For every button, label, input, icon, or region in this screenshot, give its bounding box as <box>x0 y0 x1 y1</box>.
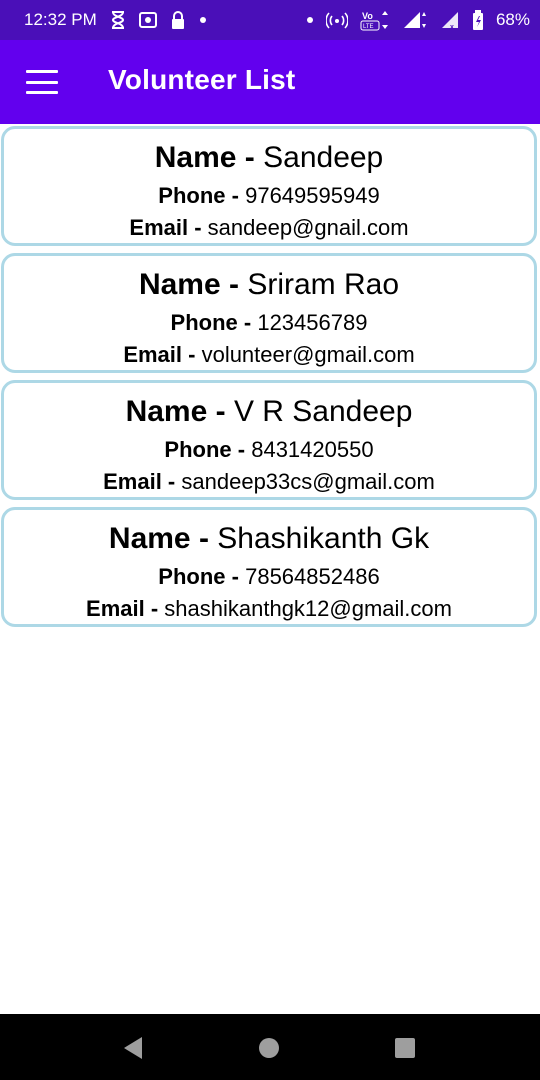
email-label: Email - <box>103 469 176 494</box>
volunteer-card[interactable]: Name - Sriram Rao Phone - 123456789 Emai… <box>1 253 537 373</box>
navigation-bar <box>0 1014 540 1080</box>
dot-icon <box>199 16 207 24</box>
phone-label: Phone - <box>164 437 246 462</box>
volunteer-email: shashikanthgk12@gmail.com <box>164 596 452 621</box>
screenshot-icon <box>138 12 157 28</box>
home-icon[interactable] <box>258 1037 280 1064</box>
svg-text:LTE: LTE <box>363 24 374 30</box>
hotspot-icon <box>325 11 348 29</box>
app-bar: Volunteer List <box>0 40 540 124</box>
email-label: Email - <box>86 596 159 621</box>
volunteer-name-line: Name - Sriram Rao <box>4 268 534 302</box>
volunteer-phone: 78564852486 <box>245 564 380 589</box>
svg-text:Vo: Vo <box>362 11 373 21</box>
volunteer-phone-line: Phone - 8431420550 <box>4 437 534 463</box>
volunteer-email-line: Email - volunteer@gmail.com <box>4 342 534 368</box>
email-label: Email - <box>129 215 202 240</box>
hourglass-icon <box>111 11 125 29</box>
volunteer-phone-line: Phone - 97649595949 <box>4 183 534 209</box>
volte-icon: Vo LTE <box>360 9 390 31</box>
volunteer-phone-line: Phone - 78564852486 <box>4 564 534 590</box>
signal-icon <box>402 10 428 30</box>
volunteer-name-line: Name - Sandeep <box>4 141 534 175</box>
menu-icon[interactable] <box>26 70 58 94</box>
status-right: Vo LTE x 68% <box>306 9 530 31</box>
volunteer-email-line: Email - sandeep@gnail.com <box>4 215 534 241</box>
name-label: Name - <box>108 522 209 555</box>
volunteer-name: Sandeep <box>263 141 384 174</box>
volunteer-phone: 97649595949 <box>245 183 380 208</box>
status-time: 12:32 PM <box>24 10 97 29</box>
recents-icon[interactable] <box>394 1037 416 1064</box>
volunteer-card[interactable]: Name - V R Sandeep Phone - 8431420550 Em… <box>1 380 537 500</box>
menu-line <box>26 80 58 84</box>
volunteer-phone: 123456789 <box>257 310 368 335</box>
menu-line <box>26 91 58 94</box>
name-label: Name - <box>154 141 255 174</box>
volunteer-phone-line: Phone - 123456789 <box>4 310 534 336</box>
email-label: Email - <box>123 342 196 367</box>
volunteer-email: sandeep@gnail.com <box>207 215 409 240</box>
battery-percent: 68% <box>495 10 530 29</box>
name-label: Name - <box>138 268 239 301</box>
volunteer-email-line: Email - shashikanthgk12@gmail.com <box>4 596 534 622</box>
menu-line <box>26 70 58 73</box>
status-left: 12:32 PM <box>24 10 207 30</box>
volunteer-email-line: Email - sandeep33cs@gmail.com <box>4 469 534 495</box>
volunteer-name: Sriram Rao <box>247 268 400 301</box>
status-bar: 12:32 PM Vo LTE x 68% <box>0 0 540 40</box>
phone-label: Phone - <box>170 310 252 335</box>
svg-text:x: x <box>450 24 454 30</box>
dot-icon <box>306 16 314 24</box>
volunteer-email: sandeep33cs@gmail.com <box>181 469 435 494</box>
volunteer-name-line: Name - V R Sandeep <box>4 395 534 429</box>
name-label: Name - <box>125 395 226 428</box>
volunteer-name: V R Sandeep <box>233 395 413 428</box>
volunteer-card[interactable]: Name - Sandeep Phone - 97649595949 Email… <box>1 126 537 246</box>
volunteer-name-line: Name - Shashikanth Gk <box>4 522 534 556</box>
lock-icon <box>171 11 185 29</box>
volunteer-name: Shashikanth Gk <box>217 522 430 555</box>
signal-icon: x <box>440 10 460 30</box>
battery-icon <box>472 10 484 30</box>
phone-label: Phone - <box>158 183 239 208</box>
phone-label: Phone - <box>158 564 239 589</box>
volunteer-phone: 8431420550 <box>251 437 374 462</box>
back-icon[interactable] <box>120 1035 146 1066</box>
volunteer-card[interactable]: Name - Shashikanth Gk Phone - 7856485248… <box>1 507 537 627</box>
volunteer-email: volunteer@gmail.com <box>201 342 415 367</box>
page-title: Volunteer List <box>108 64 296 95</box>
